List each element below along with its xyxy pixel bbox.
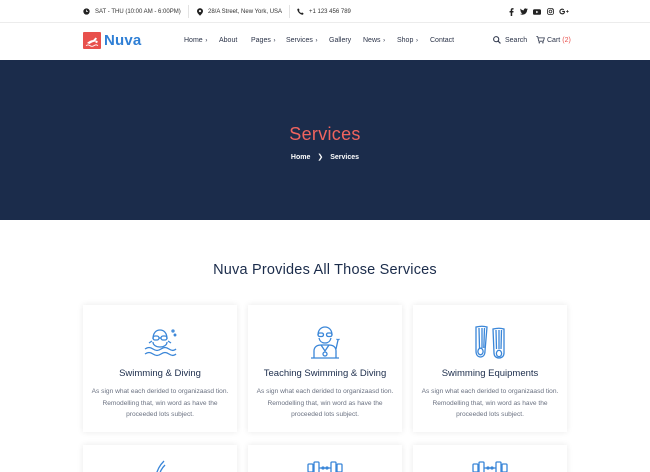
search-label: Search (505, 36, 528, 44)
service-card[interactable]: Swimming & Diving As sign what each deri… (83, 305, 237, 432)
nav-about[interactable]: About (219, 37, 237, 44)
breadcrumb-separator: ❯ (317, 154, 324, 161)
card-title: Teaching Swimming & Diving (263, 368, 387, 379)
nav-pages[interactable]: Pages › (251, 37, 276, 44)
diver-icon (156, 460, 166, 472)
breadcrumb: Home ❯ Services (0, 153, 650, 161)
service-card[interactable]: Swimming Equipments As sign what each de… (413, 305, 567, 432)
nav-shop[interactable]: Shop › (397, 37, 418, 44)
nav-news[interactable]: News › (363, 37, 385, 44)
opening-hours: SAT - THU (10:00 AM - 6:00PM) (83, 0, 181, 23)
instagram-icon[interactable] (546, 8, 554, 16)
card-description: As sign what each derided to organizaasd… (256, 388, 394, 418)
search-icon (493, 36, 501, 44)
logo-mark (83, 32, 101, 49)
cart-count-badge: (2) (562, 36, 571, 44)
section-title: Nuva Provides All Those Services (213, 262, 437, 278)
service-card[interactable] (248, 445, 402, 472)
map-pin-icon (197, 7, 203, 16)
card-description: As sign what each derided to organizaasd… (421, 388, 559, 418)
breadcrumb-home-link[interactable]: Home (291, 154, 310, 161)
clock-icon (83, 8, 90, 15)
nav-gallery[interactable]: Gallery (329, 37, 351, 44)
nav-contact[interactable]: Contact (430, 37, 454, 44)
breadcrumb-current: Services (330, 154, 360, 161)
cart-label: Cart (547, 36, 561, 44)
top-bar: SAT - THU (10:00 AM - 6:00PM) 28/A Stree… (0, 0, 650, 23)
facebook-icon[interactable] (507, 7, 515, 16)
coach-icon (311, 326, 340, 359)
card-description: As sign what each derided to organizaasd… (91, 388, 229, 418)
page-banner: Services Home ❯ Services (0, 60, 650, 220)
search-button[interactable]: Search (493, 36, 527, 44)
service-card[interactable] (83, 445, 237, 472)
dumbbell-icon (307, 461, 343, 472)
dumbbell-icon (472, 461, 508, 472)
social-links (502, 0, 569, 23)
service-card[interactable]: Teaching Swimming & Diving As sign what … (248, 305, 402, 432)
logo-swimmer-icon (85, 37, 99, 47)
nav-home[interactable]: Home › (184, 37, 207, 44)
site-logo[interactable]: Nuva (83, 32, 141, 49)
address: 28/A Street, New York, USA (197, 0, 282, 23)
phone-text: +1 123 456 789 (309, 8, 351, 15)
card-title: Swimming Equipments (441, 368, 539, 379)
page-title: Services (289, 124, 361, 144)
cart-icon (536, 36, 545, 44)
logo-text: Nuva (104, 32, 142, 49)
youtube-icon[interactable] (533, 8, 541, 16)
cart-button[interactable]: Cart (2) (536, 36, 571, 44)
nav-services[interactable]: Services › (286, 37, 318, 44)
flippers-icon (475, 325, 505, 359)
address-text: 28/A Street, New York, USA (208, 8, 283, 15)
swimmer-icon (144, 329, 177, 357)
main-header: Nuva Home › About Pages › Services › Gal… (0, 23, 650, 60)
hours-text: SAT - THU (10:00 AM - 6:00PM) (95, 8, 181, 15)
card-title: Swimming & Diving (119, 368, 201, 379)
phone-icon (297, 8, 304, 15)
service-card[interactable] (413, 445, 567, 472)
google-plus-icon[interactable] (559, 8, 569, 16)
twitter-icon[interactable] (520, 8, 528, 16)
phone[interactable]: +1 123 456 789 (297, 0, 351, 23)
